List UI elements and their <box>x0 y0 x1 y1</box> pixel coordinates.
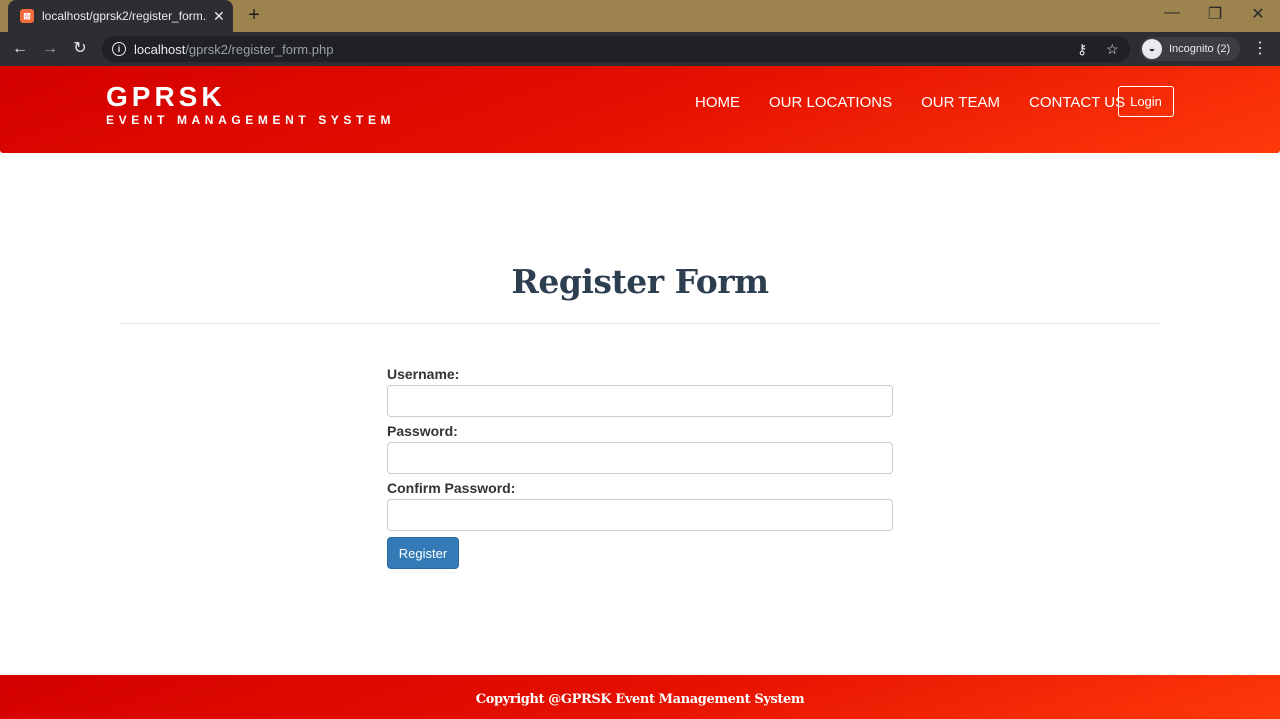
incognito-badge[interactable]: ◒ Incognito (2) <box>1140 37 1240 61</box>
brand-logo[interactable]: GPRSK EVENT MANAGEMENT SYSTEM <box>106 82 395 128</box>
restore-icon[interactable]: ❐ <box>1201 4 1229 24</box>
nav-our-locations[interactable]: OUR LOCATIONS <box>769 94 892 111</box>
page-title: Register Form <box>511 262 769 301</box>
login-button[interactable]: Login <box>1118 86 1174 117</box>
tab-title: localhost/gprsk2/register_form.php <box>42 9 207 23</box>
xampp-favicon-icon: ⊠ <box>20 9 34 23</box>
register-button[interactable]: Register <box>387 537 459 569</box>
browser-tab[interactable]: ⊠ localhost/gprsk2/register_form.php ✕ <box>8 0 233 32</box>
minimize-icon[interactable]: — <box>1158 4 1186 22</box>
password-input[interactable] <box>387 442 893 474</box>
forward-icon[interactable]: → <box>39 38 61 60</box>
url-path: /gprsk2/register_form.php <box>185 41 334 57</box>
nav-home[interactable]: HOME <box>695 94 740 111</box>
close-icon[interactable]: ✕ <box>1244 4 1272 24</box>
star-icon[interactable]: ☆ <box>1106 41 1119 58</box>
tab-close-icon[interactable]: ✕ <box>213 8 225 25</box>
menu-icon[interactable]: ⋮ <box>1252 38 1268 58</box>
title-divider <box>120 323 1160 324</box>
browser-tabstrip: ⊠ localhost/gprsk2/register_form.php ✕ +… <box>0 0 1280 32</box>
url-host: localhost <box>134 41 186 57</box>
back-icon[interactable]: ← <box>9 38 31 60</box>
incognito-icon: ◒ <box>1142 39 1162 59</box>
brand-tagline: EVENT MANAGEMENT SYSTEM <box>106 113 396 127</box>
username-input[interactable] <box>387 385 893 417</box>
nav-our-team[interactable]: OUR TEAM <box>921 94 1000 111</box>
username-label: Username: <box>387 366 460 382</box>
footer-copyright: Copyright @GPRSK Event Management System <box>475 692 805 707</box>
brand-name: GPRSK <box>106 81 226 112</box>
nav-contact-us[interactable]: CONTACT US <box>1029 94 1125 111</box>
incognito-label: Incognito (2) <box>1169 43 1231 55</box>
address-bar[interactable]: i localhost/gprsk2/register_form.php ⚷ ☆ <box>102 36 1130 62</box>
info-icon[interactable]: i <box>112 42 126 56</box>
key-icon[interactable]: ⚷ <box>1077 41 1087 58</box>
confirm-password-label: Confirm Password: <box>387 480 516 496</box>
browser-toolbar: ← → ↻ i localhost/gprsk2/register_form.p… <box>0 32 1280 66</box>
main-nav: HOME OUR LOCATIONS OUR TEAM CONTACT US <box>695 94 1125 111</box>
register-form: Username: Password: Confirm Password: Re… <box>387 366 893 569</box>
password-label: Password: <box>387 423 458 439</box>
site-footer: Copyright @GPRSK Event Management System <box>0 675 1280 719</box>
new-tab-button[interactable]: + <box>243 4 265 27</box>
site-header: GPRSK EVENT MANAGEMENT SYSTEM HOME OUR L… <box>0 66 1280 153</box>
reload-icon[interactable]: ↻ <box>69 38 91 60</box>
confirm-password-input[interactable] <box>387 499 893 531</box>
